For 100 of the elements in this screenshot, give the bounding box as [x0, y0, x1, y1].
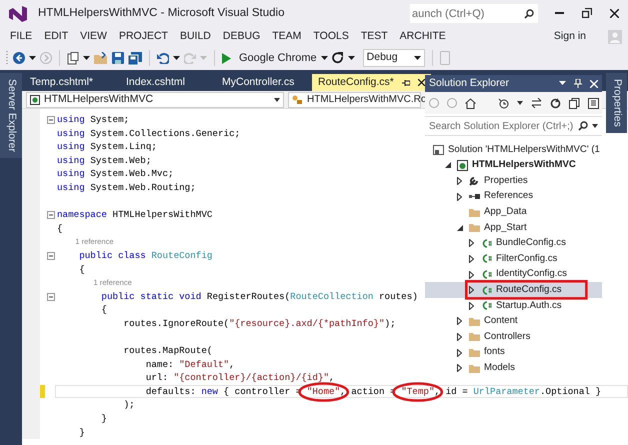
menu-item[interactable]: VIEW: [74, 28, 113, 44]
caret-icon[interactable]: [173, 56, 180, 60]
search-icon: [524, 8, 534, 18]
tree-item[interactable]: Solution 'HTMLHelpersWithMVC' (1: [425, 142, 602, 158]
collapsed-icon[interactable]: [469, 239, 474, 248]
pin-icon[interactable]: [402, 78, 410, 87]
menu-item[interactable]: TOOLS: [307, 28, 355, 44]
editor-tab[interactable]: RouteConfig.cs*: [312, 74, 431, 92]
project-icon: [457, 160, 468, 171]
collapse-icon[interactable]: [47, 116, 55, 124]
minimize-icon: [555, 12, 564, 14]
collapsed-icon[interactable]: [469, 254, 474, 263]
menu-item[interactable]: ARCHITE: [394, 28, 452, 44]
save-all-icon[interactable]: [128, 52, 142, 64]
infinity-logo-icon: [8, 4, 28, 22]
menu-item[interactable]: BUILD: [174, 28, 217, 44]
caret-icon[interactable]: [517, 101, 523, 105]
tree-item[interactable]: BundleConfig.cs: [425, 236, 602, 252]
folder-icon: [469, 362, 480, 374]
code-line: public static void RegisterRoutes(RouteCollection routes): [100, 290, 419, 304]
editor-tab[interactable]: MyController.cs: [216, 74, 312, 92]
caret-icon: [200, 56, 207, 60]
side-tab[interactable]: Server Explorer: [0, 73, 22, 158]
close-icon[interactable]: [418, 79, 425, 86]
close-icon: [610, 8, 619, 18]
caret-icon[interactable]: [592, 124, 598, 128]
caret-icon[interactable]: [29, 56, 36, 60]
csharp-file-icon: [481, 269, 492, 280]
collapsed-icon[interactable]: [469, 302, 474, 310]
code-line: using System.Web.Routing;: [56, 180, 197, 195]
collapsed-icon[interactable]: [457, 176, 462, 185]
collapsed-icon[interactable]: [457, 317, 462, 326]
editor-tab[interactable]: Index.cshtml: [120, 74, 216, 92]
menu-item[interactable]: TEST: [354, 28, 394, 44]
menu-item[interactable]: EDIT: [38, 28, 74, 44]
collapsed-icon[interactable]: [457, 364, 462, 372]
expanded-icon[interactable]: [457, 224, 463, 231]
menu-item[interactable]: FILE: [4, 28, 38, 44]
quick-launch-field[interactable]: aunch (Ctrl+Q): [410, 4, 520, 23]
tree-item[interactable]: HTMLHelpersWithMVC: [425, 158, 602, 174]
folder-icon: [469, 206, 480, 218]
tree-item[interactable]: App_Data: [425, 204, 602, 220]
class-icon: [292, 94, 303, 104]
tree-item[interactable]: IdentityConfig.cs: [425, 266, 602, 282]
caret-icon[interactable]: [274, 98, 280, 102]
tree-item[interactable]: Content: [425, 314, 602, 330]
code-line: {: [78, 262, 86, 276]
history-icon[interactable]: [498, 98, 509, 108]
caret-icon[interactable]: [348, 56, 355, 60]
sync-icon[interactable]: [531, 98, 542, 108]
editor-tab[interactable]: Temp.cshtml*: [24, 74, 120, 92]
grip-icon: [6, 50, 9, 66]
play-icon[interactable]: [222, 52, 231, 64]
search-field[interactable]: Search Solution Explorer (Ctrl+;): [425, 116, 602, 136]
tree-item[interactable]: Controllers: [425, 329, 602, 345]
undo-icon[interactable]: [157, 52, 169, 64]
project-dropdown[interactable]: HTMLHelpersWithMVC: [26, 92, 284, 108]
side-tab[interactable]: Properties: [606, 73, 628, 133]
code-line: using System.Web.Mvc;: [56, 167, 175, 181]
run-target-label[interactable]: Google Chrome: [239, 50, 317, 66]
caret-icon[interactable]: [320, 56, 328, 60]
caret-icon[interactable]: [83, 56, 90, 60]
tree-item[interactable]: fonts: [425, 344, 602, 360]
code-line: routes.IgnoreRoute("{resource}.axd/{*pathInfo}");: [122, 316, 397, 330]
home-icon[interactable]: [465, 98, 476, 108]
collapse-icon[interactable]: [47, 292, 55, 301]
collapsed-icon[interactable]: [457, 192, 462, 201]
avatar-icon: [608, 30, 622, 44]
tree-item[interactable]: References: [425, 188, 602, 204]
configuration-dropdown[interactable]: Debug: [362, 49, 425, 67]
collapse-icon[interactable]: [47, 210, 55, 219]
search-icon[interactable]: [578, 121, 588, 131]
menu-item[interactable]: PROJECT: [112, 28, 174, 44]
code-line: using System.Linq;: [56, 140, 158, 154]
save-icon[interactable]: [112, 52, 124, 64]
expanded-icon[interactable]: [445, 162, 451, 168]
tree-item[interactable]: Models: [425, 360, 602, 376]
menu-item[interactable]: DEBUG: [216, 28, 266, 44]
collapsed-icon[interactable]: [457, 332, 462, 341]
copy-icon[interactable]: [569, 98, 580, 108]
sign-in-link[interactable]: Sign in: [548, 28, 592, 44]
menu-item[interactable]: TEAM: [266, 28, 308, 44]
tree-item[interactable]: FilterConfig.cs: [425, 251, 602, 267]
project-icon: [30, 94, 40, 104]
pages-icon[interactable]: [588, 98, 599, 108]
collapse-icon[interactable]: [47, 252, 55, 260]
tree-item[interactable]: Properties: [425, 173, 602, 189]
caret-icon[interactable]: [414, 56, 421, 60]
caret-icon[interactable]: [559, 81, 566, 86]
new-project-icon[interactable]: [67, 52, 79, 64]
folder-icon: [469, 347, 480, 358]
collapsed-icon[interactable]: [457, 348, 462, 357]
collapsed-icon[interactable]: [469, 286, 474, 294]
refresh-icon[interactable]: [550, 98, 561, 108]
tree-item[interactable]: App_Start: [425, 220, 602, 236]
refresh-icon[interactable]: [332, 52, 344, 64]
tree-item[interactable]: Startup.Auth.cs: [425, 298, 602, 314]
folder-icon[interactable]: [94, 52, 108, 64]
csharp-file-icon: [481, 253, 492, 264]
collapsed-icon[interactable]: [469, 270, 474, 279]
